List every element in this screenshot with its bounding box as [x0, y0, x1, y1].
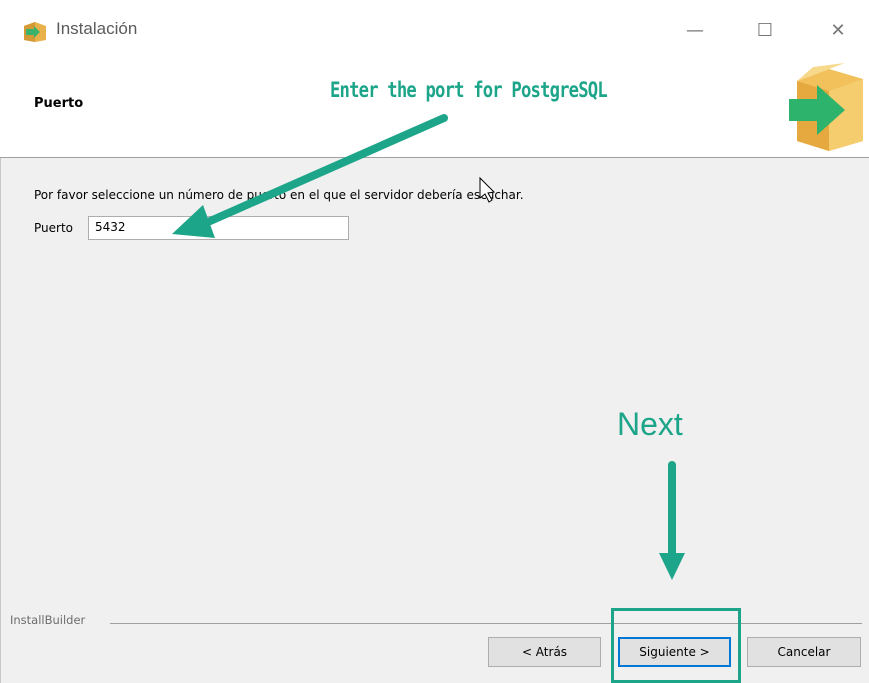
maximize-button[interactable]: ☐ — [751, 18, 779, 44]
next-annotation-text: Next — [617, 406, 683, 442]
minimize-button[interactable]: — — [681, 18, 709, 44]
wizard-content: Por favor seleccione un número de puerto… — [0, 158, 869, 608]
port-prompt: Por favor seleccione un número de puerto… — [34, 188, 524, 202]
port-label: Puerto — [34, 221, 73, 235]
cancel-button[interactable]: Cancelar — [747, 637, 861, 667]
next-button[interactable]: Siguiente > — [618, 637, 731, 667]
window-title: Instalación — [56, 19, 138, 38]
app-icon — [24, 22, 46, 42]
page-title: Puerto — [34, 96, 84, 111]
box-arrow-icon — [789, 63, 863, 151]
back-button[interactable]: < Atrás — [488, 637, 601, 667]
title-bar: Instalación — ☐ ✕ — [0, 0, 869, 63]
port-input[interactable]: 5432 — [88, 216, 349, 240]
installbuilder-brand: InstallBuilder — [10, 613, 90, 627]
port-annotation-text: Enter the port for PostgreSQL — [330, 78, 608, 102]
footer-divider — [110, 623, 862, 624]
close-button[interactable]: ✕ — [824, 18, 852, 44]
